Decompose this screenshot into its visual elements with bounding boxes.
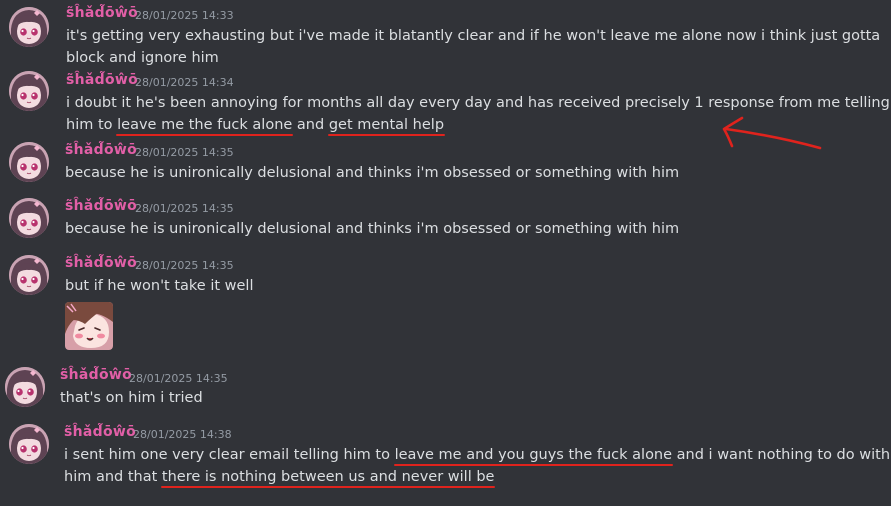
avatar-icon[interactable] <box>9 142 49 182</box>
message-text: i doubt it he's been annoying for months… <box>66 95 890 111</box>
text-segment: i sent him one very clear email telling … <box>64 447 395 463</box>
highlighted-text: there is nothing between us and never wi… <box>161 469 495 485</box>
message-text: but if he won't take it well <box>65 278 254 294</box>
username[interactable]: s̃ĥǎd̃ōŵō <box>64 424 136 440</box>
timestamp: 28/01/2025 14:35 <box>129 372 228 385</box>
username[interactable]: s̃ĥǎd̃ōŵō <box>60 367 132 383</box>
avatar-icon[interactable] <box>9 255 49 295</box>
highlighted-text: get mental help <box>328 117 445 133</box>
text-segment: and <box>292 117 329 133</box>
avatar-icon[interactable] <box>9 424 49 464</box>
timestamp: 28/01/2025 14:33 <box>135 9 234 22</box>
message-text: that's on him i tried <box>60 390 203 406</box>
avatar-icon[interactable] <box>5 367 45 407</box>
message-text: i sent him one very clear email telling … <box>64 444 890 466</box>
timestamp: 28/01/2025 14:35 <box>135 202 234 215</box>
timestamp: 28/01/2025 14:35 <box>135 259 234 272</box>
highlighted-text: leave me and you guys the fuck alone <box>394 447 673 463</box>
timestamp: 28/01/2025 14:35 <box>135 146 234 159</box>
avatar-icon[interactable] <box>9 7 49 47</box>
message-text: him and that there is nothing between us… <box>64 466 494 488</box>
message-text: him to leave me the fuck alone and get m… <box>66 114 444 136</box>
username[interactable]: s̃ĥǎd̃ōŵō <box>65 142 137 158</box>
highlighted-text: leave me the fuck alone <box>117 117 293 133</box>
avatar-icon[interactable] <box>9 198 49 238</box>
message-text: it's getting very exhausting but i've ma… <box>66 28 881 44</box>
timestamp: 28/01/2025 14:38 <box>133 428 232 441</box>
message-text: because he is unironically delusional an… <box>65 221 680 237</box>
username[interactable]: s̃ĥǎd̃ōŵō <box>66 5 138 21</box>
text-segment: and i want nothing to do with <box>672 447 891 463</box>
username[interactable]: s̃ĥǎd̃ōŵō <box>65 255 137 271</box>
message-text: because he is unironically delusional an… <box>65 165 680 181</box>
text-segment: him to <box>66 117 118 133</box>
red-arrow-annotation-icon <box>722 116 822 150</box>
emoji-sticker-icon[interactable] <box>65 302 113 350</box>
text-segment: him and that <box>64 469 162 485</box>
avatar-icon[interactable] <box>9 71 49 111</box>
message-text: block and ignore him <box>66 50 219 66</box>
username[interactable]: s̃ĥǎd̃ōŵō <box>65 198 137 214</box>
username[interactable]: s̃ĥǎd̃ōŵō <box>66 72 138 88</box>
timestamp: 28/01/2025 14:34 <box>135 76 234 89</box>
